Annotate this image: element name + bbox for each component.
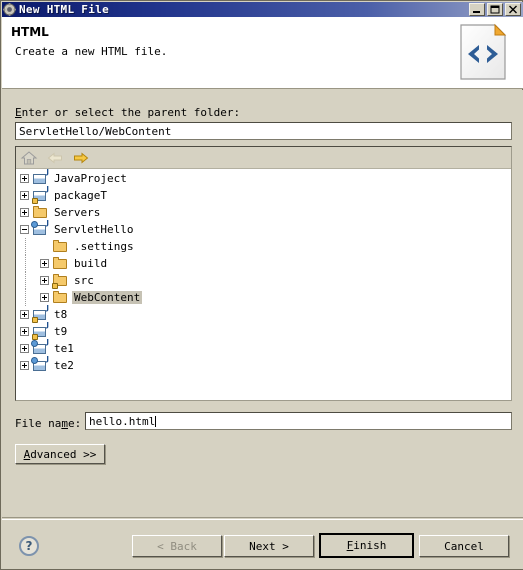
folder-locked-icon [52, 273, 68, 289]
wizard-header: HTML Create a new HTML file. [2, 17, 523, 89]
page-description: Create a new HTML file. [15, 45, 168, 58]
tree-row[interactable]: Jte2 [16, 355, 511, 374]
tree-row[interactable]: J JavaProject [16, 168, 511, 187]
parent-folder-label-rest: nter or select the parent folder: [21, 106, 241, 119]
tree-guide-line [25, 238, 26, 255]
file-name-label-mnemonic: m [61, 417, 68, 430]
tree-row-label: t8 [54, 308, 68, 321]
arrow-left-icon[interactable] [46, 149, 64, 167]
folder-tree[interactable]: J JavaProject JpackageT Servers J ServletHell… [16, 168, 511, 400]
tree-row-label: JavaProject [54, 172, 127, 185]
dialog-footer: ? < Back Next > Finish Cancel [2, 517, 523, 569]
tree-row[interactable]: .settings [16, 238, 511, 255]
parent-folder-label: Enter or select the parent folder: [15, 106, 240, 119]
finish-button-rest: inish [353, 539, 387, 552]
tree-row-label: te2 [54, 359, 74, 372]
tree-row-label: packageT [54, 189, 107, 202]
cancel-button[interactable]: Cancel [419, 535, 509, 557]
tree-row[interactable]: Jt9 [16, 321, 511, 340]
title-bar: New HTML File [2, 2, 523, 17]
tree-row[interactable]: J ServletHello [16, 219, 511, 238]
parent-folder-input[interactable]: ServletHello/WebContent [15, 122, 512, 140]
project-folder-icon: J [32, 168, 49, 186]
arrow-right-icon[interactable] [72, 149, 90, 167]
new-html-file-dialog: New HTML File HTML Create a new HTML fil… [0, 0, 523, 570]
close-button[interactable] [505, 3, 521, 16]
tree-row-label: Servers [54, 206, 101, 219]
project-folder-locked-icon: J [32, 185, 49, 204]
tree-row[interactable]: JpackageT [16, 185, 511, 204]
back-button: < Back [132, 535, 222, 557]
finish-button[interactable]: Finish [319, 533, 414, 558]
tree-row-label: te1 [54, 342, 74, 355]
text-caret [155, 416, 157, 427]
expand-icon[interactable] [40, 276, 49, 285]
parent-folder-label-mnemonic: E [15, 106, 22, 119]
tree-toolbar [16, 147, 511, 169]
project-folder-locked-icon: J [32, 304, 49, 323]
file-name-label-pre: File na [15, 417, 62, 430]
expand-icon[interactable] [20, 191, 29, 200]
maximize-button[interactable] [487, 3, 503, 16]
file-name-value: hello.html [89, 415, 156, 428]
tree-row[interactable]: Servers [16, 204, 511, 221]
collapse-icon[interactable] [20, 225, 29, 234]
expand-icon[interactable] [20, 327, 29, 336]
advanced-button-mnemonic: A [23, 447, 31, 461]
expand-icon[interactable] [20, 361, 29, 370]
folder-icon [52, 290, 68, 305]
tree-guide-line [25, 289, 26, 306]
tree-row-label: WebContent [72, 291, 143, 304]
web-project-folder-icon: J [31, 355, 49, 373]
next-button[interactable]: Next > [224, 535, 314, 557]
expand-icon[interactable] [40, 259, 49, 268]
tree-row-label: t9 [54, 325, 68, 338]
web-project-folder-icon: J [31, 338, 49, 356]
tree-row-label: src [74, 274, 94, 287]
tree-row[interactable]: Jte1 [16, 338, 511, 357]
minimize-button[interactable] [469, 3, 485, 16]
html-file-icon [455, 21, 511, 83]
window-controls [469, 3, 521, 16]
tree-guide-line [25, 255, 26, 272]
project-folder-locked-icon: J [32, 321, 49, 340]
question-mark-icon[interactable]: ? [19, 536, 39, 556]
tree-row[interactable]: src [16, 272, 511, 289]
advanced-button-rest: dvanced >> [30, 447, 97, 461]
expand-icon[interactable] [20, 344, 29, 353]
expand-icon[interactable] [20, 310, 29, 319]
tree-guide-line [25, 272, 26, 289]
folder-icon [52, 239, 68, 254]
page-title: HTML [11, 25, 49, 39]
tree-row-label: ServletHello [54, 223, 134, 236]
advanced-button[interactable]: Advanced >> [15, 444, 105, 464]
expand-icon[interactable] [20, 208, 29, 217]
folder-icon [32, 205, 48, 220]
folder-tree-panel: J JavaProject JpackageT Servers J ServletHell… [15, 146, 512, 401]
tree-row[interactable]: build [16, 255, 511, 272]
file-name-label-post: e: [67, 417, 82, 430]
expand-icon[interactable] [20, 174, 29, 183]
dialog-body: Enter or select the parent folder: Servl… [2, 90, 523, 517]
tree-row[interactable]: WebContent [16, 289, 511, 306]
expand-icon[interactable] [40, 293, 49, 302]
gear-icon [3, 3, 16, 16]
tree-row-label: build [74, 257, 108, 270]
finish-button-mnemonic: F [346, 539, 354, 552]
tree-row-label: .settings [74, 240, 134, 253]
file-name-label: File name: [15, 417, 81, 430]
folder-icon [52, 256, 68, 271]
web-project-folder-icon: J [31, 219, 49, 237]
home-icon[interactable] [20, 149, 38, 167]
window-title: New HTML File [19, 3, 109, 16]
tree-row[interactable]: Jt8 [16, 304, 511, 323]
file-name-input[interactable]: hello.html [85, 412, 512, 430]
